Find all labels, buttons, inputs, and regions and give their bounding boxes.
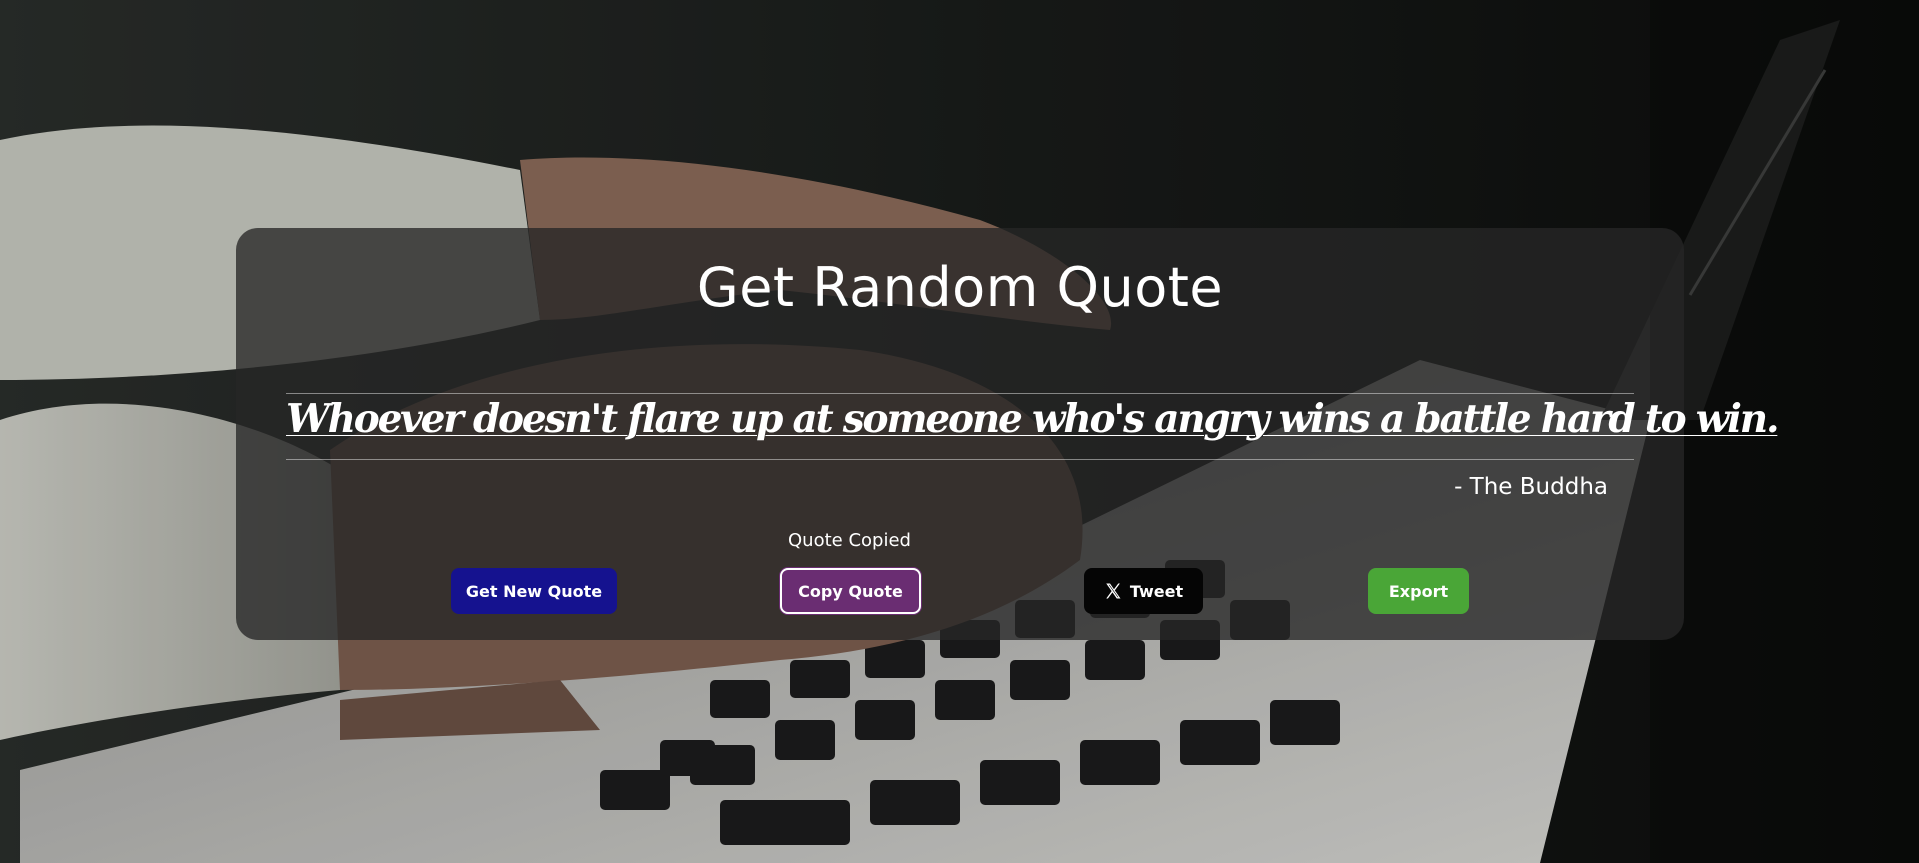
export-label: Export [1388,581,1449,601]
quote-container: Whoever doesn't flare up at someone who'… [286,393,1780,460]
quote-text: Whoever doesn't flare up at someone who'… [286,396,1780,442]
copy-quote-label: Copy Quote [798,581,903,601]
copy-status-message: Quote Copied [788,530,911,551]
export-button[interactable]: Export [1368,568,1469,614]
tweet-button[interactable]: Tweet [1084,568,1203,614]
page-title: Get Random Quote [696,256,1224,319]
quote-author: - The Buddha [1454,474,1608,500]
quote-card: Get Random Quote Whoever doesn't flare u… [236,228,1780,640]
tweet-label: Tweet [1129,581,1184,601]
get-new-quote-button[interactable]: Get New Quote [451,568,617,614]
get-new-quote-label: Get New Quote [465,581,603,601]
copy-quote-button[interactable]: Copy Quote [780,568,921,614]
x-logo-icon [1104,582,1122,600]
